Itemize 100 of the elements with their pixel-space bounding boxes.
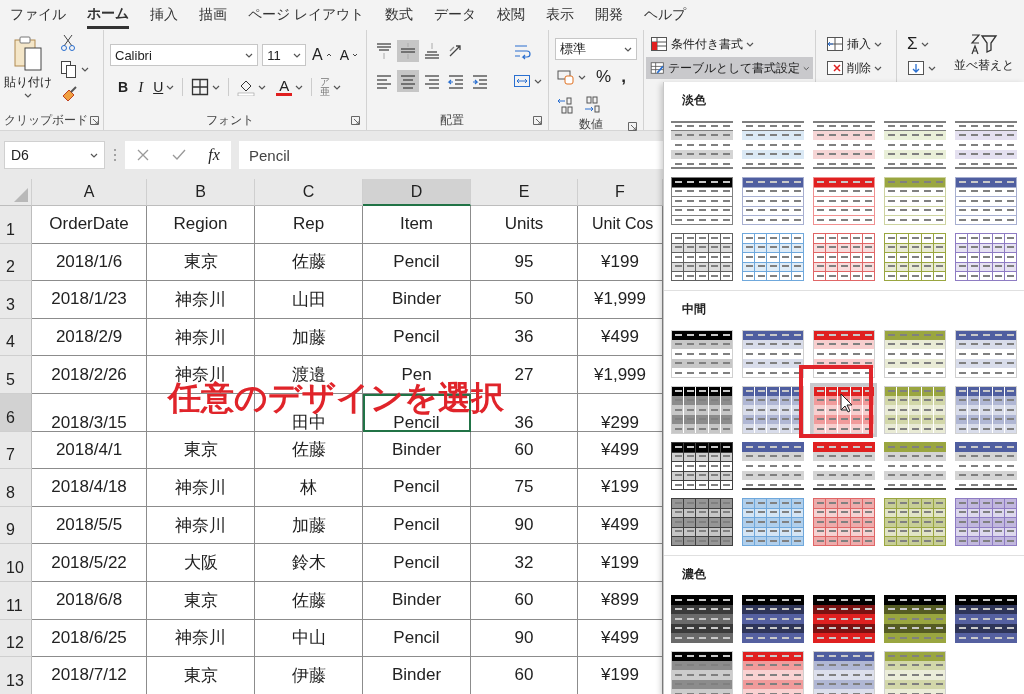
copy-icon [60, 60, 78, 78]
table-cell: 佐藤 [255, 431, 363, 470]
row-header[interactable]: 7 [0, 431, 32, 470]
row-header[interactable]: 1 [0, 206, 32, 244]
ribbon-tab[interactable]: 開発 [594, 0, 623, 30]
ribbon-tab[interactable]: ファイル [10, 0, 66, 30]
column-header[interactable]: C [255, 179, 363, 206]
row-header[interactable]: 12 [0, 619, 32, 658]
caret-up-icon [325, 52, 332, 58]
decrease-font-size-button[interactable]: A [337, 44, 360, 66]
table-cell: 2018/4/18 [32, 469, 147, 507]
conditional-formatting-button[interactable]: 条件付き書式 [646, 33, 813, 55]
sort-filter-button[interactable]: 並べ替えと [950, 33, 1018, 74]
table-cell: 2018/7/12 [32, 657, 147, 694]
table-cell: Pencil [363, 318, 471, 357]
increase-font-size-button[interactable]: A [310, 44, 334, 66]
align-left-icon [375, 72, 393, 90]
table-cell: 32 [471, 544, 578, 582]
column-header[interactable]: D [363, 179, 471, 206]
paste-button[interactable]: 貼り付け [4, 32, 52, 110]
row-header[interactable]: 6 [0, 393, 32, 432]
ribbon-tab[interactable]: ヘルプ [643, 0, 686, 30]
ribbon-tab[interactable]: 描画 [199, 0, 227, 30]
table-cell: Binder [363, 581, 471, 620]
caret-icon [920, 41, 929, 47]
dialog-launcher-icon [351, 116, 360, 125]
italic-button[interactable]: I [136, 76, 146, 98]
column-header[interactable]: E [471, 179, 578, 206]
table-cell: 東京 [147, 431, 255, 470]
percent-button[interactable]: % [594, 66, 614, 88]
insert-function-button[interactable]: fx [208, 146, 220, 164]
column-header[interactable]: A [32, 179, 147, 206]
section-heading: 中間 [681, 301, 707, 318]
table-cell: 神奈川 [147, 281, 255, 319]
caret-icon [874, 65, 882, 71]
column-header[interactable]: F [578, 179, 663, 206]
table-cell: 95 [471, 243, 578, 282]
caret-icon [166, 84, 175, 90]
copy-button[interactable] [58, 58, 91, 80]
table-cell: 2018/2/26 [32, 356, 147, 394]
ribbon-tab[interactable]: 校閲 [496, 0, 525, 30]
caret-icon [624, 46, 632, 52]
row-header[interactable]: 5 [0, 356, 32, 394]
accounting-icon [557, 69, 575, 85]
table-cell: 2018/1/23 [32, 281, 147, 319]
row-header[interactable]: 13 [0, 657, 32, 694]
table-cell: 50 [471, 281, 578, 319]
ribbon-tab[interactable]: ページ レイアウト [248, 0, 364, 30]
enter-button[interactable] [172, 148, 187, 162]
comma-button[interactable]: , [619, 66, 628, 88]
mouse-pointer-icon [840, 393, 854, 413]
ribbon-tab[interactable]: 挿入 [150, 0, 178, 30]
indent-increase-icon [471, 72, 489, 90]
table-cell: 2018/6/25 [32, 619, 147, 658]
row-header[interactable]: 2 [0, 243, 32, 282]
table-cell: 神奈川 [147, 469, 255, 507]
table-cell: 75 [471, 469, 578, 507]
table-cell: Pencil [363, 506, 471, 545]
table-cell: 2018/3/15 [32, 393, 147, 432]
row-header[interactable]: 9 [0, 506, 32, 545]
caret-icon [24, 93, 32, 98]
table-cell: Binder [363, 657, 471, 694]
table-cell: 90 [471, 619, 578, 658]
table-brush-icon [650, 60, 665, 76]
color-bar-icon [276, 92, 293, 96]
table-cell: OrderDate [32, 206, 147, 244]
ribbon-tab[interactable]: 表示 [545, 0, 574, 30]
column-header[interactable]: B [147, 179, 255, 206]
font-name-dropdown[interactable]: Calibri [110, 44, 259, 66]
font-color-button[interactable]: A [274, 76, 306, 98]
phonetic-button[interactable]: ア亜 [318, 76, 344, 98]
row-header[interactable]: 4 [0, 318, 32, 357]
group-label: 数値 [578, 116, 603, 133]
autosum-button[interactable]: Σ [903, 33, 940, 55]
table-cell: 2018/5/22 [32, 544, 147, 582]
delete-cells-button[interactable]: 削除 [822, 57, 890, 79]
caret-icon [746, 41, 754, 47]
ribbon-tab[interactable]: 数式 [384, 0, 413, 30]
font-size-dropdown[interactable]: 11 [262, 44, 306, 66]
table-cell: Item [363, 206, 471, 244]
format-as-table-button[interactable]: テーブルとして書式設定 [646, 57, 813, 79]
cancel-button[interactable] [136, 148, 151, 162]
table-cell: 2018/1/6 [32, 243, 147, 282]
table-cell: Rep [255, 206, 363, 244]
caret-icon [293, 52, 301, 58]
paintbrush-icon [60, 86, 78, 104]
row-header[interactable]: 10 [0, 544, 32, 582]
table-cell: 神奈川 [147, 318, 255, 357]
underline-button[interactable]: U [151, 76, 177, 98]
row-header[interactable]: 11 [0, 581, 32, 620]
number-format-dropdown[interactable]: 標準 [555, 38, 637, 60]
row-header[interactable]: 8 [0, 469, 32, 507]
name-box[interactable]: D6 [4, 141, 105, 169]
select-all-icon [14, 188, 28, 202]
bold-button[interactable]: B [116, 76, 131, 98]
checkmark-icon [172, 148, 187, 162]
insert-cells-button[interactable]: 挿入 [822, 33, 890, 55]
row-header[interactable]: 3 [0, 281, 32, 319]
ribbon-tab[interactable]: データ [433, 0, 476, 30]
dialog-launcher-icon [90, 116, 99, 125]
